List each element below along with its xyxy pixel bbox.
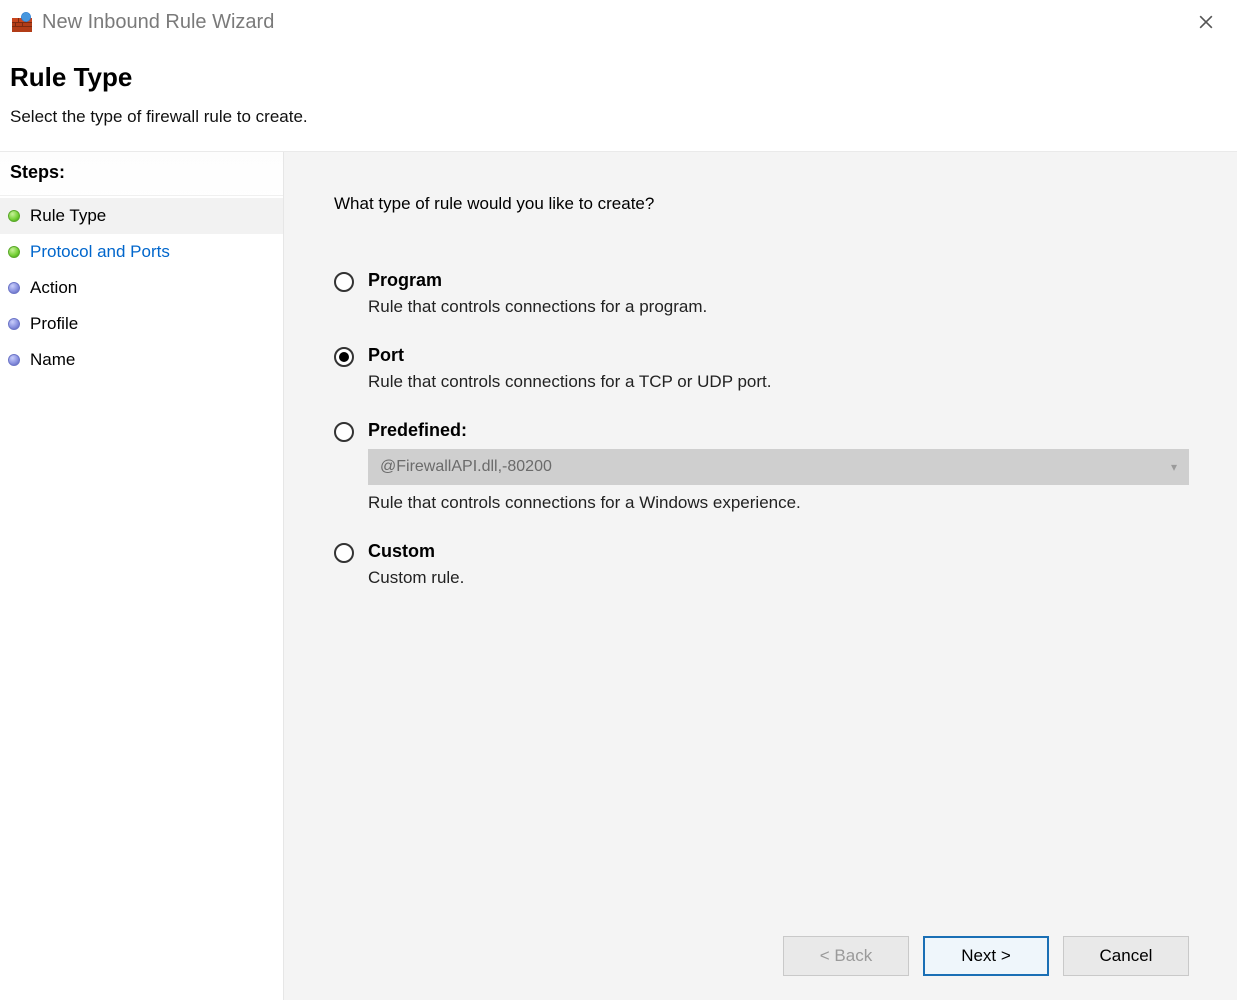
- radio-custom[interactable]: [334, 543, 354, 563]
- option-desc: Rule that controls connections for a Win…: [368, 493, 1189, 513]
- question-text: What type of rule would you like to crea…: [334, 194, 1189, 214]
- window-title: New Inbound Rule Wizard: [42, 11, 274, 34]
- back-button: < Back: [783, 936, 909, 976]
- wizard-body: Steps: Rule Type Protocol and Ports Acti…: [0, 151, 1237, 1000]
- step-bullet-icon: [8, 282, 20, 294]
- option-title: Port: [368, 345, 1189, 366]
- option-body: Program Rule that controls connections f…: [368, 270, 1189, 317]
- step-label: Action: [30, 278, 77, 298]
- title-bar: New Inbound Rule Wizard: [0, 0, 1237, 44]
- page-subtitle: Select the type of firewall rule to crea…: [10, 107, 1227, 127]
- step-bullet-icon: [8, 354, 20, 366]
- radio-program[interactable]: [334, 272, 354, 292]
- main-panel: What type of rule would you like to crea…: [284, 152, 1237, 1000]
- close-button[interactable]: [1183, 6, 1229, 38]
- option-desc: Custom rule.: [368, 568, 1189, 588]
- option-title: Custom: [368, 541, 1189, 562]
- step-list: Rule Type Protocol and Ports Action Prof…: [0, 196, 283, 378]
- step-bullet-icon: [8, 210, 20, 222]
- close-icon: [1199, 15, 1213, 29]
- option-custom[interactable]: Custom Custom rule.: [334, 541, 1189, 588]
- wizard-header: Rule Type Select the type of firewall ru…: [0, 44, 1237, 151]
- step-name[interactable]: Name: [0, 342, 283, 378]
- option-program[interactable]: Program Rule that controls connections f…: [334, 270, 1189, 317]
- step-profile[interactable]: Profile: [0, 306, 283, 342]
- cancel-button[interactable]: Cancel: [1063, 936, 1189, 976]
- rule-type-options: Program Rule that controls connections f…: [334, 270, 1189, 588]
- option-title: Predefined:: [368, 420, 1189, 441]
- step-bullet-icon: [8, 318, 20, 330]
- option-port[interactable]: Port Rule that controls connections for …: [334, 345, 1189, 392]
- wizard-window: New Inbound Rule Wizard Rule Type Select…: [0, 0, 1237, 1000]
- predefined-select-value: @FirewallAPI.dll,-80200: [380, 458, 552, 476]
- radio-port[interactable]: [334, 347, 354, 367]
- option-desc: Rule that controls connections for a TCP…: [368, 372, 1189, 392]
- steps-heading: Steps:: [0, 152, 283, 196]
- chevron-down-icon: ▾: [1171, 460, 1177, 474]
- step-label: Profile: [30, 314, 78, 334]
- page-title: Rule Type: [10, 62, 1227, 93]
- option-body: Custom Custom rule.: [368, 541, 1189, 588]
- predefined-select: @FirewallAPI.dll,-80200 ▾: [368, 449, 1189, 485]
- step-action[interactable]: Action: [0, 270, 283, 306]
- step-label: Name: [30, 350, 75, 370]
- step-label: Protocol and Ports: [30, 242, 170, 262]
- step-bullet-icon: [8, 246, 20, 258]
- option-body: Port Rule that controls connections for …: [368, 345, 1189, 392]
- option-predefined[interactable]: Predefined: @FirewallAPI.dll,-80200 ▾ Ru…: [334, 420, 1189, 513]
- option-body: Predefined: @FirewallAPI.dll,-80200 ▾ Ru…: [368, 420, 1189, 513]
- next-button[interactable]: Next >: [923, 936, 1049, 976]
- option-desc: Rule that controls connections for a pro…: [368, 297, 1189, 317]
- steps-sidebar: Steps: Rule Type Protocol and Ports Acti…: [0, 152, 284, 1000]
- firewall-icon: [12, 12, 32, 32]
- option-title: Program: [368, 270, 1189, 291]
- step-protocol-and-ports[interactable]: Protocol and Ports: [0, 234, 283, 270]
- step-rule-type[interactable]: Rule Type: [0, 198, 283, 234]
- wizard-footer: < Back Next > Cancel: [783, 936, 1189, 976]
- radio-predefined[interactable]: [334, 422, 354, 442]
- step-label: Rule Type: [30, 206, 106, 226]
